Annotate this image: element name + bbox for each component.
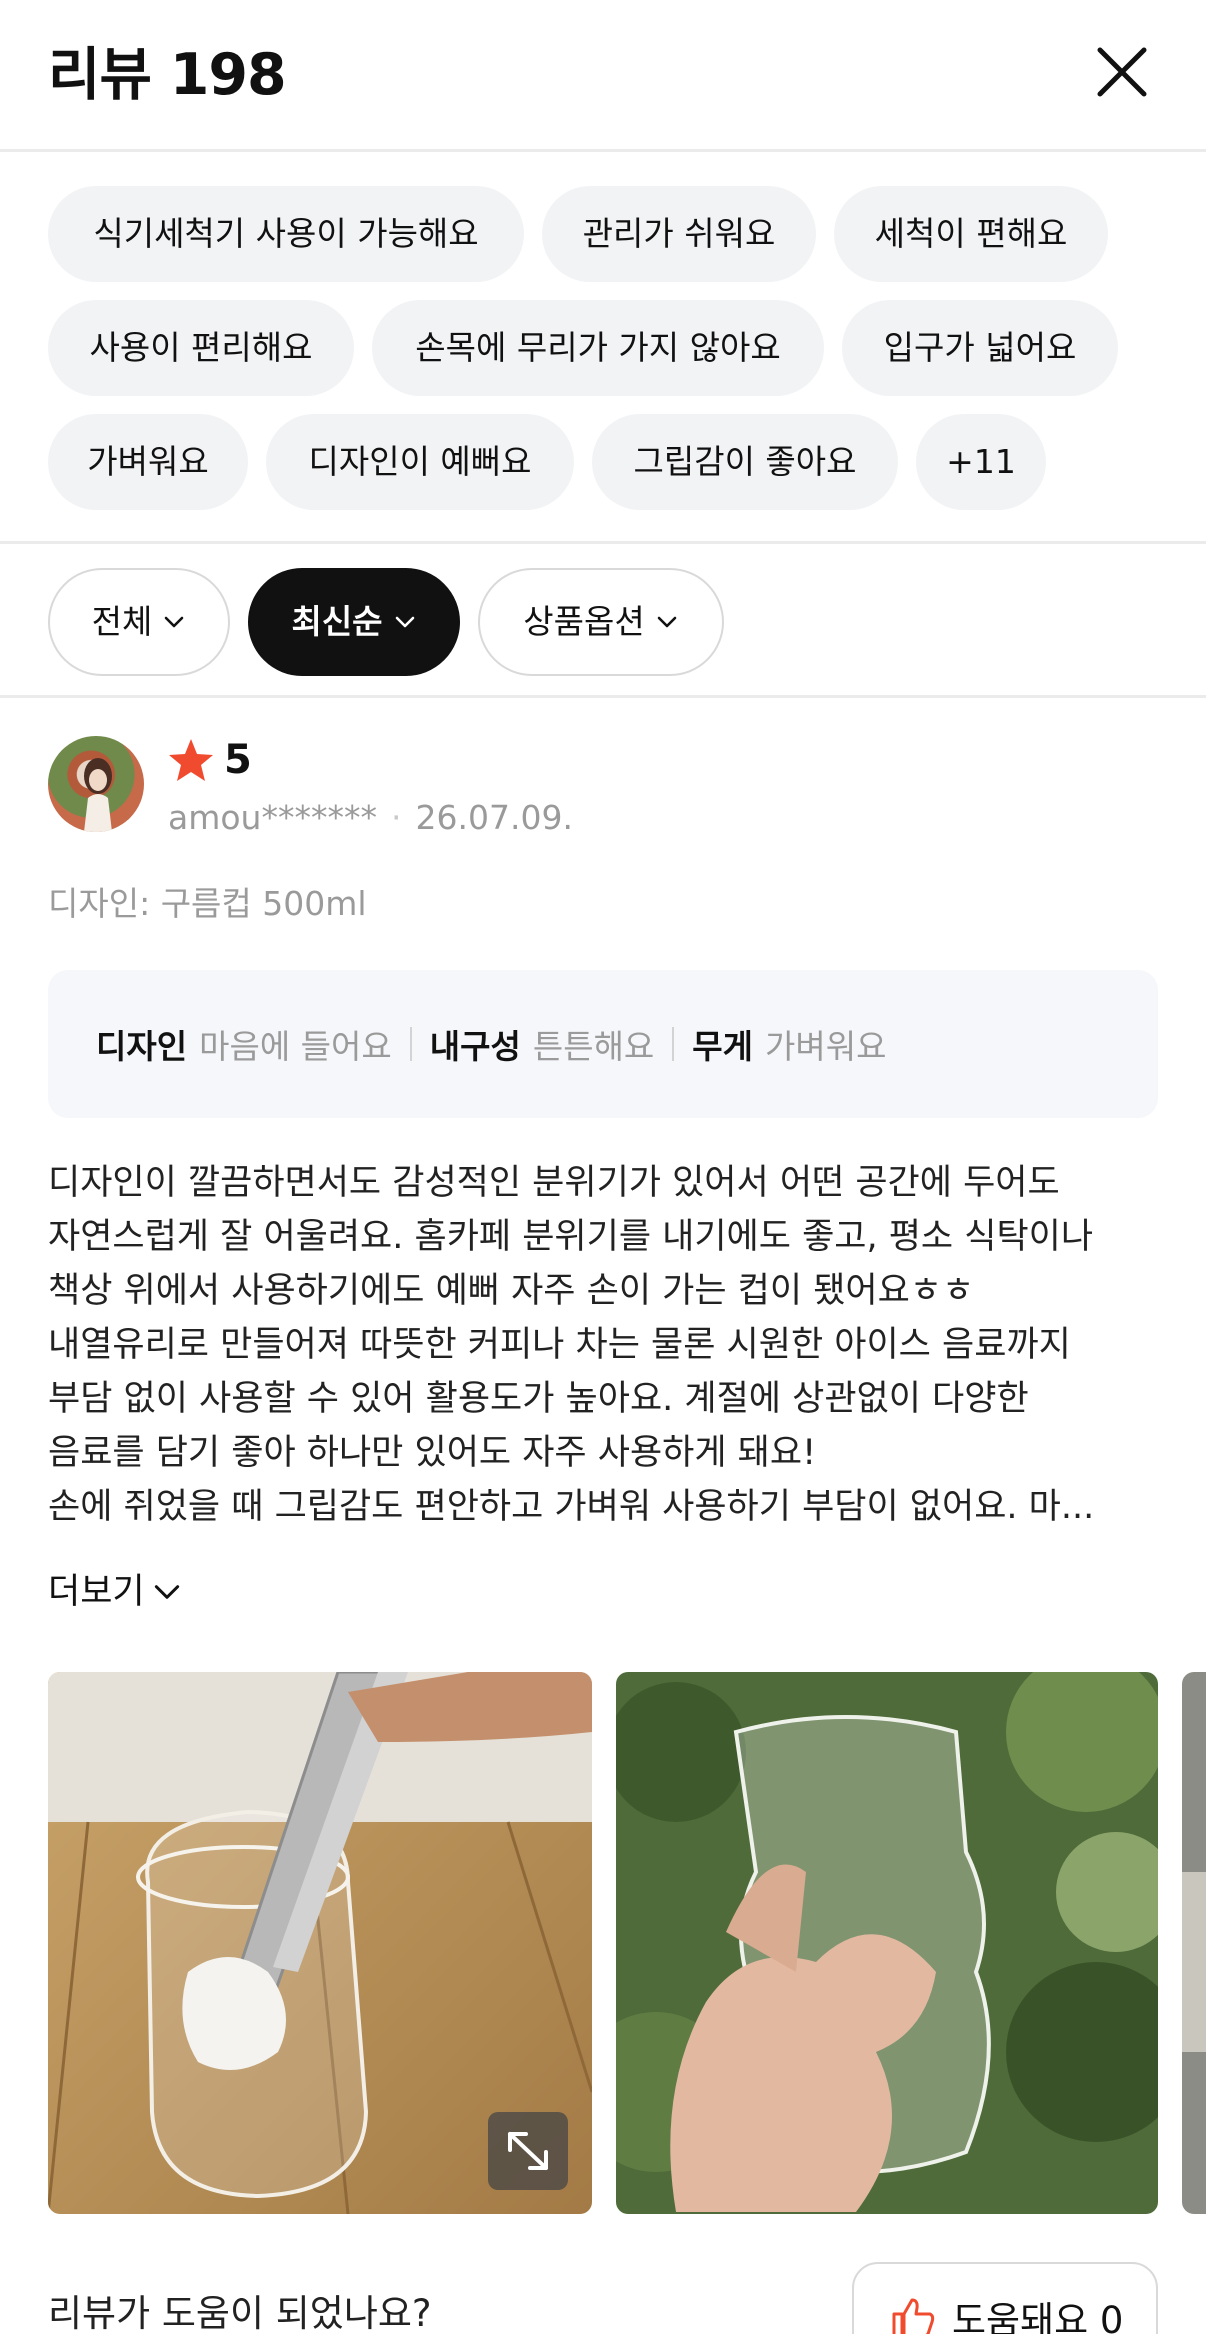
review-photo[interactable] [48, 1672, 592, 2214]
chevron-down-icon [165, 616, 184, 628]
close-icon [1097, 47, 1147, 97]
attribute-divider [409, 1027, 412, 1061]
attribute-key: 내구성 [429, 1027, 521, 1066]
filter-all-label: 전체 [91, 602, 153, 641]
thumbs-up-icon [892, 2298, 935, 2334]
keyword-chip[interactable]: 가벼워요 [48, 414, 248, 510]
keyword-chips: 식기세척기 사용이 가능해요 관리가 쉬워요 세척이 편해요 사용이 편리해요 … [0, 152, 1206, 544]
review-body: 디자인이 깔끔하면서도 감성적인 분위기가 있어서 어떤 공간에 두어도 자연스… [48, 1156, 1168, 1534]
page-title: 리뷰 198 [48, 42, 287, 108]
more-label: 더보기 [48, 1572, 145, 1612]
keyword-chip[interactable]: 관리가 쉬워요 [542, 186, 816, 282]
avatar[interactable] [48, 736, 144, 832]
photo-carousel[interactable] [0, 1672, 1206, 2214]
option-dropdown[interactable]: 상품옵션 [478, 568, 724, 676]
meta-separator: · [390, 798, 402, 837]
review-meta: amou******* · 26.07.09. [168, 796, 573, 840]
keyword-chip[interactable]: 사용이 편리해요 [48, 300, 354, 396]
review-photo-peek[interactable] [1182, 1672, 1206, 2214]
keyword-chip[interactable]: 손목에 무리가 가지 않아요 [372, 300, 824, 396]
keyword-chip[interactable]: 입구가 넓어요 [842, 300, 1118, 396]
attribute-key: 무게 [692, 1027, 754, 1066]
star-icon [169, 739, 213, 781]
keyword-chip[interactable]: 식기세척기 사용이 가능해요 [48, 186, 524, 282]
avatar-image [84, 758, 112, 832]
reviewer-name: amou******* [168, 798, 377, 837]
purchased-option: 디자인: 구름컵 500ml [48, 884, 367, 923]
sort-dropdown[interactable]: 최신순 [248, 568, 460, 676]
header: 리뷰 198 [0, 0, 1206, 152]
filter-bar: 전체 최신순 상품옵션 [0, 544, 1206, 698]
review-photo[interactable] [616, 1672, 1158, 2214]
helpful-label: 도움돼요 0 [952, 2299, 1124, 2334]
review-line: 음료를 담기 좋아 하나만 있어도 자주 사용하게 돼요! [48, 1433, 817, 1473]
close-button[interactable] [1090, 40, 1154, 104]
more-button[interactable]: 더보기 [48, 1566, 183, 1618]
helpful-question: 리뷰가 도움이 되었나요? [48, 2292, 432, 2334]
keyword-chip[interactable]: 그립감이 좋아요 [592, 414, 898, 510]
review-date: 26.07.09. [415, 798, 573, 837]
chevron-down-icon [154, 1585, 179, 1599]
review-line: 손에 쥐었을 때 그립감도 편안하고 가벼워 사용하기 부담이 없어요. 마..… [48, 1487, 1095, 1527]
review-line: 책상 위에서 사용하기에도 예뻐 자주 손이 가는 컵이 됐어요ㅎㅎ [48, 1271, 975, 1311]
expand-button[interactable] [488, 2112, 568, 2190]
rating-value: 5 [224, 737, 252, 783]
option-filter-label: 상품옵션 [523, 602, 645, 641]
photo-hand-holding-glass [616, 1672, 1158, 2214]
attribute-value: 마음에 들어요 [199, 1027, 392, 1066]
keyword-chip[interactable]: 세척이 편해요 [834, 186, 1108, 282]
review-line: 디자인이 깔끔하면서도 감성적인 분위기가 있어서 어떤 공간에 두어도 [48, 1163, 1060, 1203]
review-line: 내열유리로 만들어져 따뜻한 커피나 차는 물론 시원한 아이스 음료까지 [48, 1325, 1071, 1365]
review-sheet: 리뷰 198 식기세척기 사용이 가능해요 관리가 쉬워요 세척이 편해요 사용… [0, 0, 1206, 2334]
attribute-summary: 디자인 마음에 들어요 내구성 튼튼해요 무게 가벼워요 [48, 970, 1158, 1118]
chevron-down-icon [395, 616, 414, 628]
review-line: 부담 없이 사용할 수 있어 활용도가 높아요. 계절에 상관없이 다양한 [48, 1379, 1029, 1419]
keyword-chip[interactable]: 디자인이 예뻐요 [266, 414, 574, 510]
helpful-button[interactable]: 도움돼요 0 [852, 2262, 1158, 2334]
attribute-key: 디자인 [96, 1027, 188, 1066]
sort-label: 최신순 [291, 602, 383, 641]
more-keywords-chip[interactable]: +11 [916, 414, 1046, 510]
photo-partial [1182, 1672, 1206, 2214]
review-line: 자연스럽게 잘 어울려요. 홈카페 분위기를 내기에도 좋고, 평소 식탁이나 [48, 1217, 1094, 1257]
attribute-value: 가벼워요 [765, 1027, 887, 1066]
filter-all-dropdown[interactable]: 전체 [48, 568, 230, 676]
chevron-down-icon [657, 616, 677, 628]
expand-icon [508, 2132, 548, 2170]
attribute-divider [672, 1027, 675, 1061]
attribute-value: 튼튼해요 [532, 1027, 655, 1066]
